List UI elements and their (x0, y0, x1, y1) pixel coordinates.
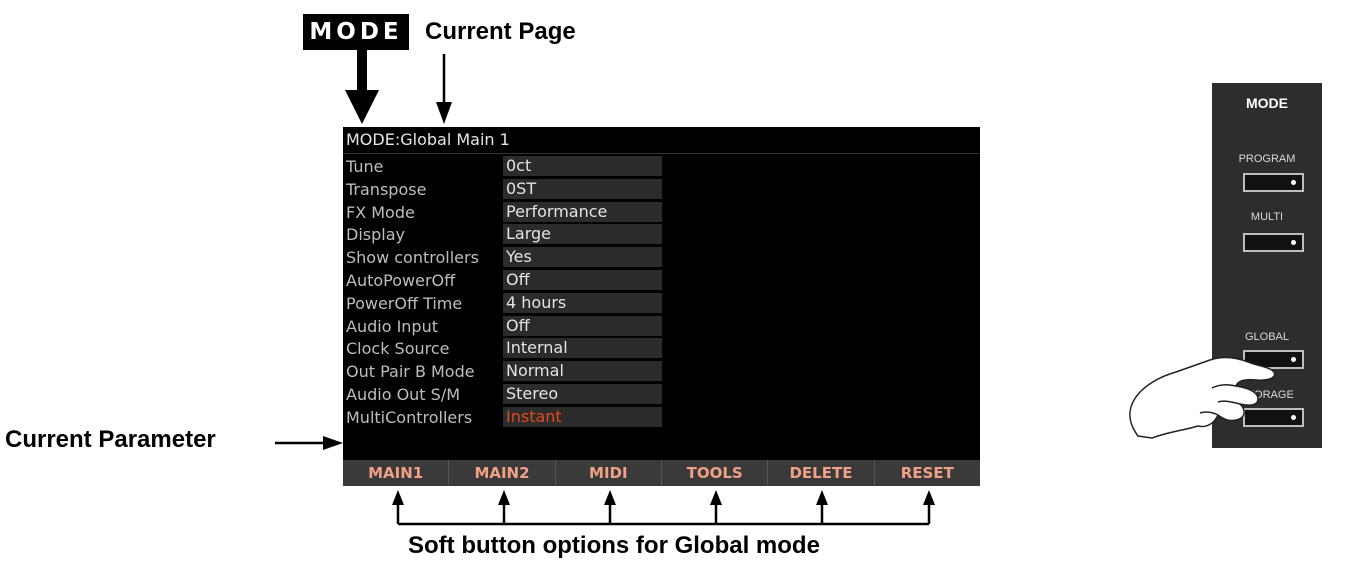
soft-button-arrowheads-icon (392, 490, 935, 505)
mode-arrow-icon (345, 50, 379, 124)
soft-button-bracket-icon (396, 502, 931, 526)
annotation-arrows (275, 50, 1276, 526)
current-parameter-arrow-icon (275, 436, 343, 450)
current-page-arrow-icon (436, 54, 452, 124)
hand-pointer-icon (1129, 356, 1276, 439)
